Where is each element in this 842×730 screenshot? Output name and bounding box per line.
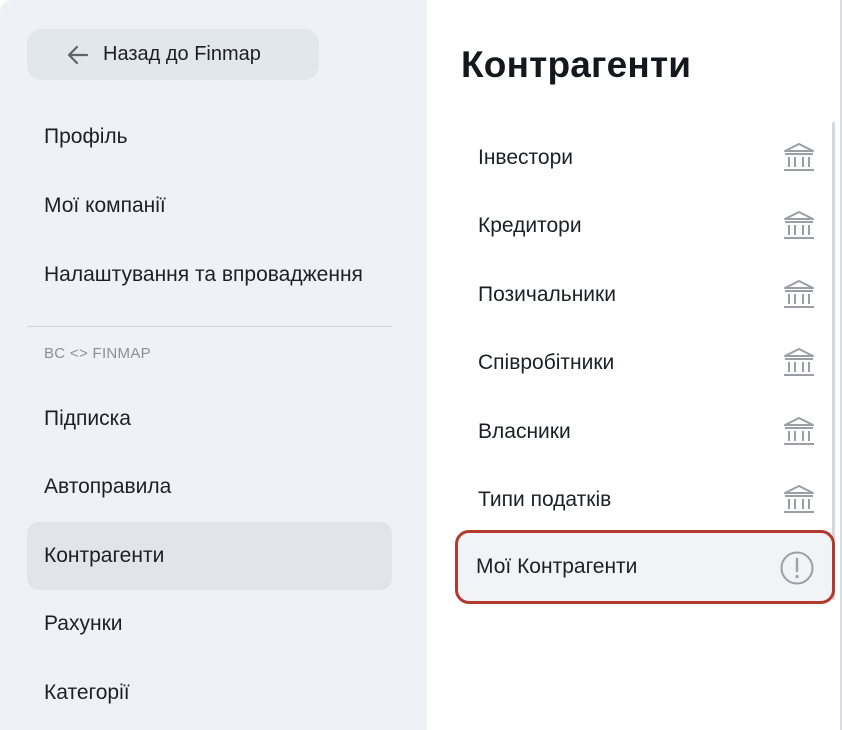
bank-icon: [784, 485, 814, 513]
section-label: BC <> FINMAP: [44, 345, 151, 362]
sidebar-item-subscription[interactable]: Підписка: [27, 385, 392, 453]
sidebar: Назад до Finmap Профіль Мої компанії Нал…: [0, 0, 427, 730]
back-to-finmap-button[interactable]: Назад до Finmap: [27, 29, 319, 80]
list-item-label: Співробітники: [478, 351, 615, 374]
bank-icon: [784, 417, 814, 445]
sidebar-item-label: Автоправила: [44, 475, 172, 498]
list-item-employees[interactable]: Співробітники: [457, 329, 833, 397]
sidebar-item-categories[interactable]: Категорії: [27, 659, 392, 727]
sidebar-item-label: Мої компанії: [44, 194, 166, 217]
list-item-label: Кредитори: [478, 214, 582, 237]
sidebar-item-counterparties[interactable]: Контрагенти: [27, 522, 392, 590]
list-item-creditors[interactable]: Кредитори: [457, 192, 833, 260]
list-item-borrowers[interactable]: Позичальники: [457, 261, 833, 329]
sidebar-item-my-companies[interactable]: Мої компанії: [27, 172, 392, 240]
arrow-left-icon: [67, 45, 89, 65]
list-item-tax-types[interactable]: Типи податків: [457, 466, 833, 534]
sidebar-item-label: Контрагенти: [44, 544, 165, 567]
sidebar-item-label: Підписка: [44, 407, 131, 430]
list-item-investors[interactable]: Інвестори: [457, 124, 833, 192]
bank-icon: [784, 143, 814, 171]
list-item-label: Інвестори: [478, 146, 574, 169]
bank-icon: [784, 348, 814, 376]
list-item-label: Типи податків: [478, 488, 612, 511]
page-title: Контрагенти: [461, 44, 692, 85]
alert-circle-icon: [780, 551, 814, 585]
sidebar-item-autorules[interactable]: Автоправила: [27, 453, 392, 521]
list-item-label: Власники: [478, 420, 571, 443]
sidebar-item-accounts[interactable]: Рахунки: [27, 590, 392, 658]
sidebar-item-label: Профіль: [44, 125, 128, 148]
list-item-my-counterparties[interactable]: Мої Контрагенти: [455, 530, 835, 604]
sidebar-item-label: Налаштування та впровадження: [44, 263, 363, 286]
sidebar-item-label: Категорії: [44, 681, 130, 704]
list-item-label: Мої Контрагенти: [476, 555, 638, 578]
list-item-owners[interactable]: Власники: [457, 398, 833, 466]
list-item-label: Позичальники: [478, 283, 616, 306]
sidebar-item-profile[interactable]: Профіль: [27, 103, 392, 171]
sidebar-item-settings[interactable]: Налаштування та впровадження: [27, 241, 392, 309]
back-button-label: Назад до Finmap: [103, 43, 261, 65]
sidebar-divider: [27, 326, 392, 327]
bank-icon: [784, 280, 814, 308]
sidebar-item-label: Рахунки: [44, 612, 123, 635]
app-window: Назад до Finmap Профіль Мої компанії Нал…: [0, 0, 842, 730]
main-panel: Контрагенти Інвестори Кредитори Позичаль…: [427, 0, 842, 730]
bank-icon: [784, 211, 814, 239]
